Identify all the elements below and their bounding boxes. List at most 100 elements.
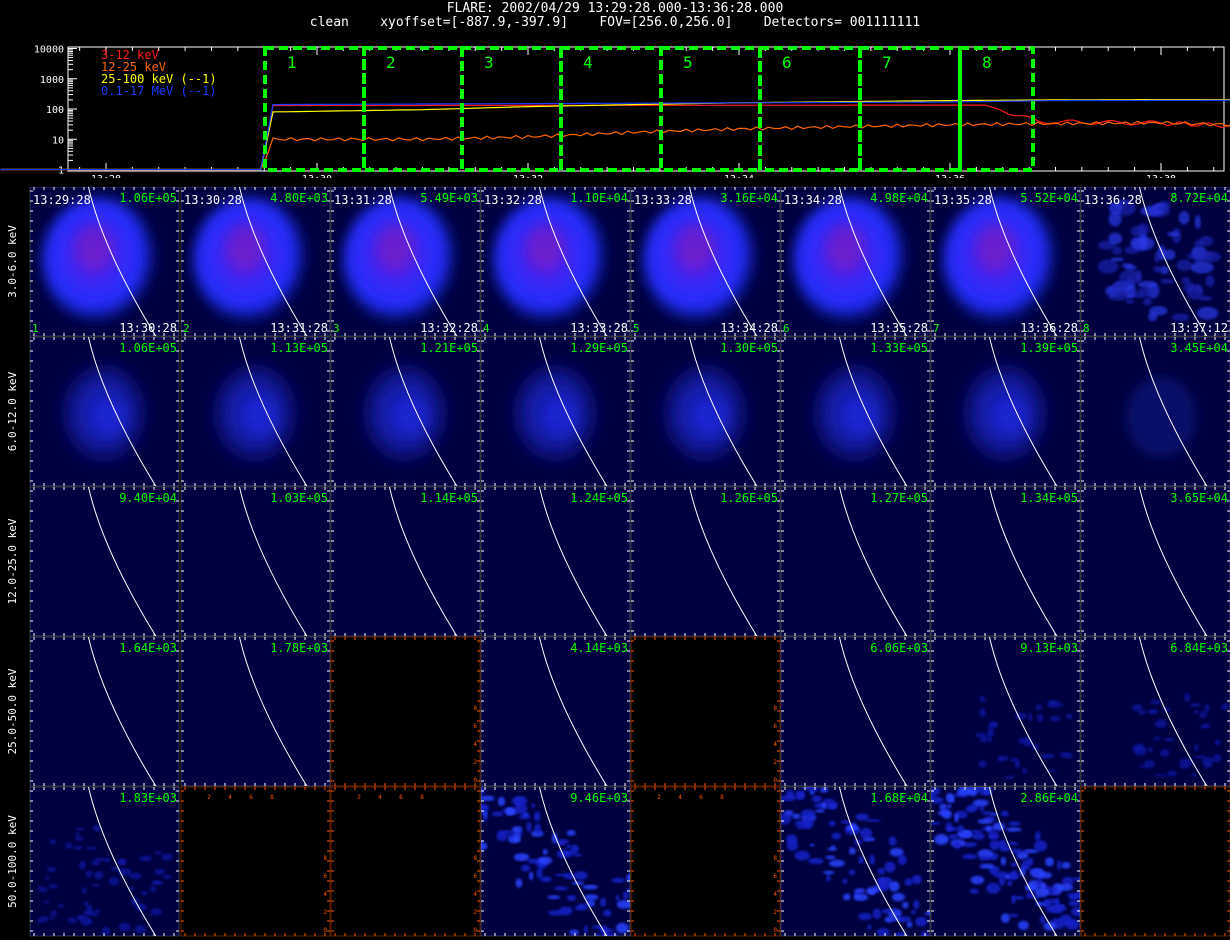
speckle xyxy=(482,810,488,817)
source-core xyxy=(995,399,1027,435)
speckle xyxy=(105,857,111,863)
peak-value-label: 5.52E+04 xyxy=(1020,191,1078,205)
speckle xyxy=(118,922,131,932)
speckle xyxy=(827,847,838,851)
series-line xyxy=(0,104,1230,171)
interval-start-time: 13:34:28 xyxy=(784,193,842,207)
source-core xyxy=(94,399,126,435)
speckle xyxy=(91,860,101,866)
interval-end-time: 13:33:28 xyxy=(570,321,628,335)
interval-index: 4 xyxy=(483,322,490,335)
speckle xyxy=(1147,747,1153,753)
speckle xyxy=(95,908,100,914)
source-core xyxy=(76,225,112,269)
speckle xyxy=(572,881,585,886)
speckle xyxy=(542,849,548,855)
peak-value-label: 1.03E+05 xyxy=(270,491,328,505)
speckle xyxy=(79,860,86,870)
speckle xyxy=(820,787,829,793)
empty-axis-label: 8 xyxy=(473,855,477,862)
speckle xyxy=(154,850,163,855)
empty-axis-label: 4 xyxy=(473,741,477,748)
speckle xyxy=(1004,875,1010,880)
speckle xyxy=(1000,810,1009,817)
speckle xyxy=(823,870,835,875)
peak-value-label: 1.64E+03 xyxy=(119,641,177,655)
speckle xyxy=(884,916,894,923)
speckle xyxy=(1008,913,1019,918)
interval-index: 1 xyxy=(32,322,39,335)
image-cell: 1.06E+05 xyxy=(29,336,180,487)
speckle xyxy=(859,827,873,839)
speckle xyxy=(1189,703,1201,708)
speckle xyxy=(1164,737,1175,742)
image-cell: 1.14E+05 xyxy=(330,486,481,637)
speckle xyxy=(46,866,57,873)
patch xyxy=(1155,205,1170,212)
speckle xyxy=(67,917,77,924)
speckle xyxy=(825,855,836,860)
speckle xyxy=(1159,749,1170,757)
speckle xyxy=(531,803,536,809)
speckle xyxy=(1054,897,1060,908)
peak-value-label: 1.13E+05 xyxy=(270,341,328,355)
speckle xyxy=(574,905,588,911)
empty-axis-label: 2 xyxy=(473,759,477,766)
speckle xyxy=(858,856,864,865)
row-energy-label: 25.0-50.0 keV xyxy=(6,668,19,754)
peak-value-label: 6.84E+03 xyxy=(1170,641,1228,655)
speckle xyxy=(86,918,93,924)
empty-axis-label: 6 xyxy=(249,794,253,801)
row-energy-label: 50.0-100.0 keV xyxy=(6,815,19,908)
speckle xyxy=(881,908,897,914)
peak-value-label: 3.16E+04 xyxy=(720,191,778,205)
speckle xyxy=(37,917,43,924)
speckle xyxy=(141,890,148,896)
speckle xyxy=(978,760,987,768)
source-core xyxy=(977,225,1013,269)
cell-background xyxy=(781,637,930,786)
speckle xyxy=(1220,703,1230,710)
speckle xyxy=(75,836,84,842)
empty-axis-label: 4 xyxy=(773,891,777,898)
speckle xyxy=(1193,755,1207,759)
speckle xyxy=(956,787,973,796)
interval-end-time: 13:35:28 xyxy=(870,321,928,335)
empty-axis-label: 4 xyxy=(323,891,327,898)
cell-background xyxy=(1081,787,1230,936)
y-tick-label: 1 xyxy=(58,166,64,177)
peak-value-label: 4.98E+04 xyxy=(870,191,928,205)
interval-index: 2 xyxy=(183,322,190,335)
speckle xyxy=(931,796,944,804)
interval-box xyxy=(659,46,762,172)
speckle xyxy=(828,859,845,867)
lightcurve-frame xyxy=(67,46,1225,172)
speckle xyxy=(962,853,978,860)
speckle xyxy=(595,933,601,936)
peak-value-label: 5.49E+03 xyxy=(420,191,478,205)
speckle xyxy=(988,720,998,729)
interval-label: 4 xyxy=(583,53,593,72)
empty-axis-label: 8 xyxy=(420,794,424,801)
speckle xyxy=(1039,882,1047,889)
image-cell: 1.27E+05 xyxy=(780,486,931,637)
speckle xyxy=(1028,712,1033,722)
speckle xyxy=(569,929,579,936)
image-cell: 1.03E+05 xyxy=(180,486,331,637)
speckle xyxy=(534,811,541,822)
peak-value-label: 2.86E+04 xyxy=(1020,791,1078,805)
speckle xyxy=(825,800,838,810)
patch xyxy=(1134,270,1143,282)
speckle xyxy=(1150,699,1163,705)
speckle xyxy=(108,877,120,886)
speckle xyxy=(1026,857,1034,867)
cell-background xyxy=(781,487,930,636)
patch xyxy=(1166,231,1180,237)
source-core xyxy=(527,225,563,269)
patch xyxy=(1110,257,1125,262)
speckle xyxy=(1204,704,1210,713)
peak-value-label: 1.33E+05 xyxy=(870,341,928,355)
speckle xyxy=(94,870,104,880)
image-cell: 0 2 4 6 8 2 4 6 8 xyxy=(180,786,331,937)
speckle xyxy=(811,795,823,803)
